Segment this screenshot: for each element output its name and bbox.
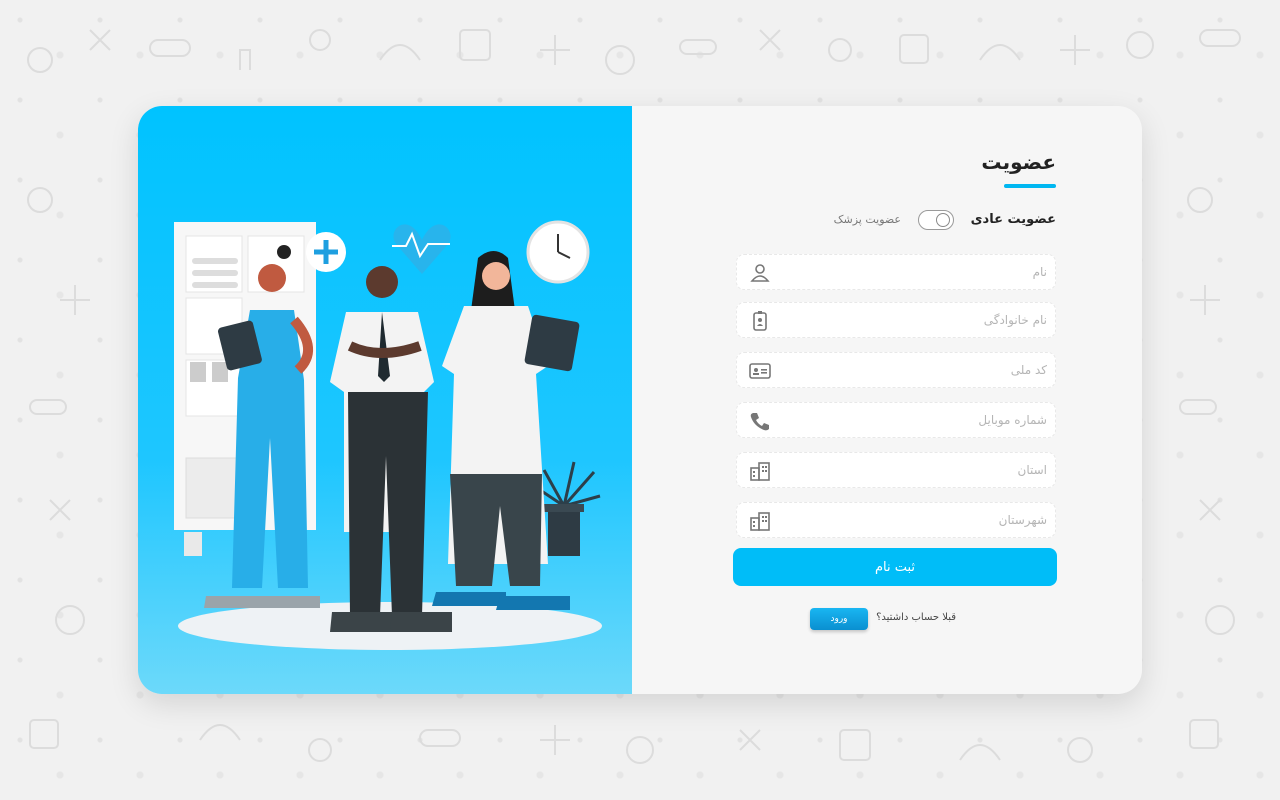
user-icon (750, 264, 770, 282)
signup-submit-button[interactable]: ثبت نام (733, 548, 1057, 586)
city-icon (750, 512, 770, 531)
id-card-icon (749, 363, 771, 379)
title-underline (1004, 184, 1056, 188)
id-badge-icon (753, 311, 767, 331)
membership-normal-label[interactable]: عضویت عادی (971, 212, 1056, 227)
membership-type-row: عضویت عادی عضویت پزشک (816, 210, 1056, 232)
toggle-knob (936, 213, 950, 227)
doctors-illustration (138, 106, 632, 694)
membership-doctor-label[interactable]: عضویت پزشک (834, 213, 901, 226)
first-name-field[interactable] (736, 254, 1056, 290)
membership-toggle[interactable] (918, 210, 954, 230)
province-input[interactable] (777, 453, 1047, 487)
province-field[interactable] (736, 452, 1056, 488)
phone-icon (750, 413, 769, 431)
national-code-field[interactable] (736, 352, 1056, 388)
city-input[interactable] (777, 503, 1047, 537)
national-code-input[interactable] (777, 353, 1047, 387)
first-name-input[interactable] (777, 255, 1047, 289)
building-icon (750, 462, 770, 481)
mobile-input[interactable] (777, 403, 1047, 437)
last-name-field[interactable] (736, 302, 1056, 338)
form-title: عضویت (981, 150, 1056, 174)
city-field[interactable] (736, 502, 1056, 538)
signup-card: عضویت عضویت عادی عضویت پزشک نام نام خانو… (138, 106, 1142, 694)
mobile-field[interactable] (736, 402, 1056, 438)
have-account-text: قبلا حساب داشتید؟ (876, 612, 956, 623)
login-button[interactable]: ورود (810, 608, 868, 630)
signup-form: عضویت عضویت عادی عضویت پزشک نام نام خانو… (632, 106, 1142, 694)
login-row: قبلا حساب داشتید؟ ورود (806, 608, 956, 630)
last-name-input[interactable] (777, 303, 1047, 337)
